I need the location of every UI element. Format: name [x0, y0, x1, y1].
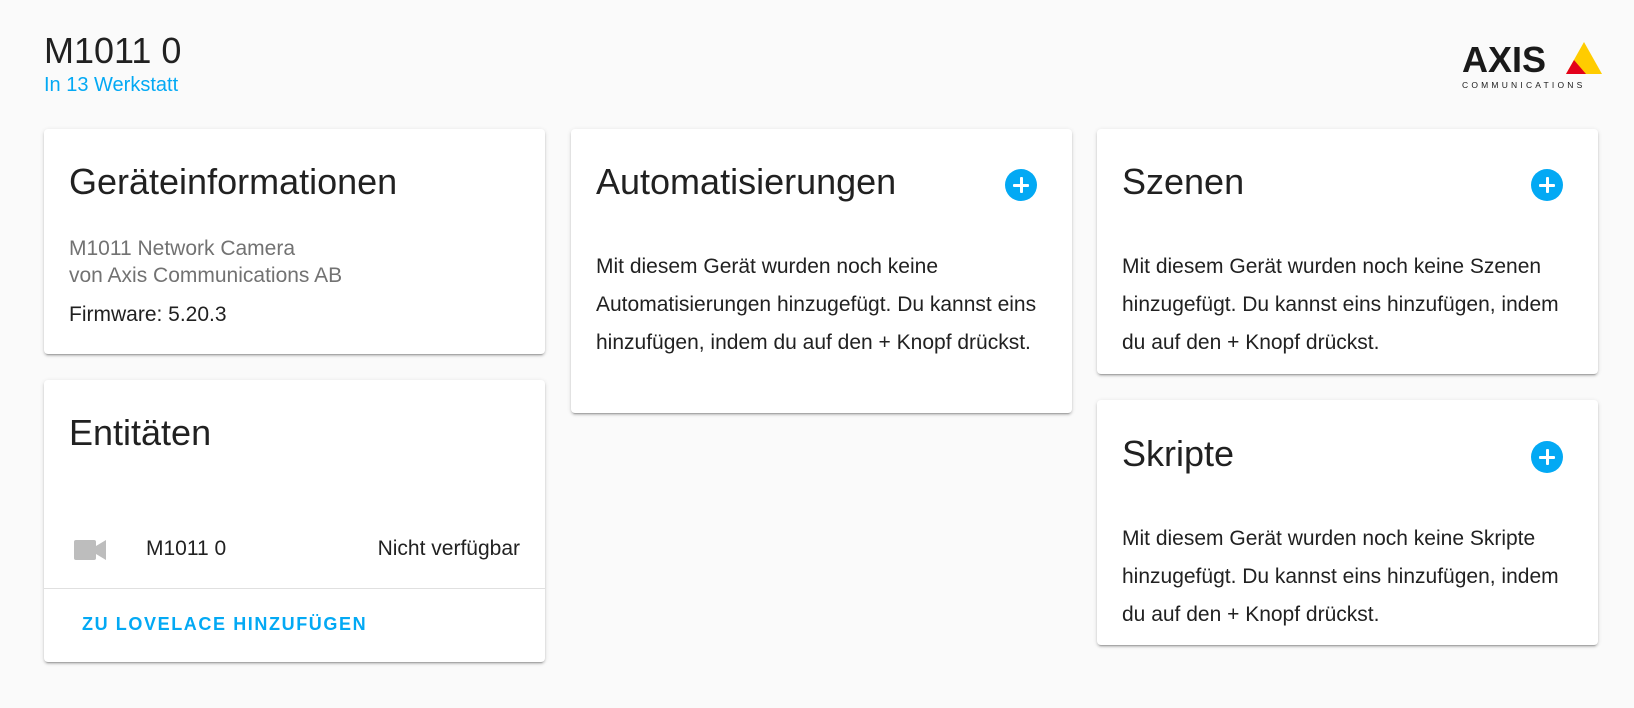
entity-row[interactable]: M1011 0 Nicht verfügbar [44, 525, 545, 575]
device-firmware: Firmware: 5.20.3 [69, 303, 227, 326]
device-info-title: Geräteinformationen [69, 161, 398, 202]
page-title: M1011 0 [44, 30, 182, 71]
add-automation-button[interactable] [1005, 169, 1037, 201]
entities-title: Entitäten [69, 412, 212, 453]
scripts-title: Skripte [1122, 433, 1235, 474]
logo-brand-text: AXIS [1462, 39, 1546, 80]
automations-card: Automatisierungen Mit diesem Gerät wurde… [571, 129, 1072, 413]
scenes-empty-text: Mit diesem Gerät wurden noch keine Szene… [1122, 255, 1559, 354]
scenes-card: Szenen Mit diesem Gerät wurden noch kein… [1097, 129, 1598, 374]
video-camera-icon [74, 539, 106, 561]
scenes-title: Szenen [1122, 161, 1245, 202]
automations-title: Automatisierungen [596, 161, 897, 202]
card-divider [44, 588, 545, 589]
entity-name: M1011 0 [146, 537, 227, 560]
scripts-empty-text: Mit diesem Gerät wurden noch keine Skrip… [1122, 527, 1559, 626]
scripts-card: Skripte Mit diesem Gerät wurden noch kei… [1097, 400, 1598, 645]
entity-state: Nicht verfügbar [377, 537, 520, 560]
add-to-lovelace-button[interactable]: ZU LOVELACE HINZUFÜGEN [82, 614, 367, 635]
logo-tagline-text: COMMUNICATIONS [1462, 80, 1586, 90]
add-scene-button[interactable] [1531, 169, 1563, 201]
page-header: M1011 0 In 13 Werkstatt [44, 28, 181, 97]
add-script-button[interactable] [1531, 441, 1563, 473]
axis-logo: AXIS COMMUNICATIONS [1460, 36, 1604, 92]
automations-empty-text: Mit diesem Gerät wurden noch keine Autom… [596, 255, 1037, 354]
area-link[interactable]: In 13 Werkstatt [44, 74, 181, 97]
device-info-card: Geräteinformationen M1011 Network Camera… [44, 129, 545, 354]
device-model: M1011 Network Camera [69, 237, 296, 260]
device-manufacturer: von Axis Communications AB [69, 264, 343, 287]
entities-card: Entitäten M1011 0 Nicht verfügbar ZU LOV… [44, 380, 545, 662]
